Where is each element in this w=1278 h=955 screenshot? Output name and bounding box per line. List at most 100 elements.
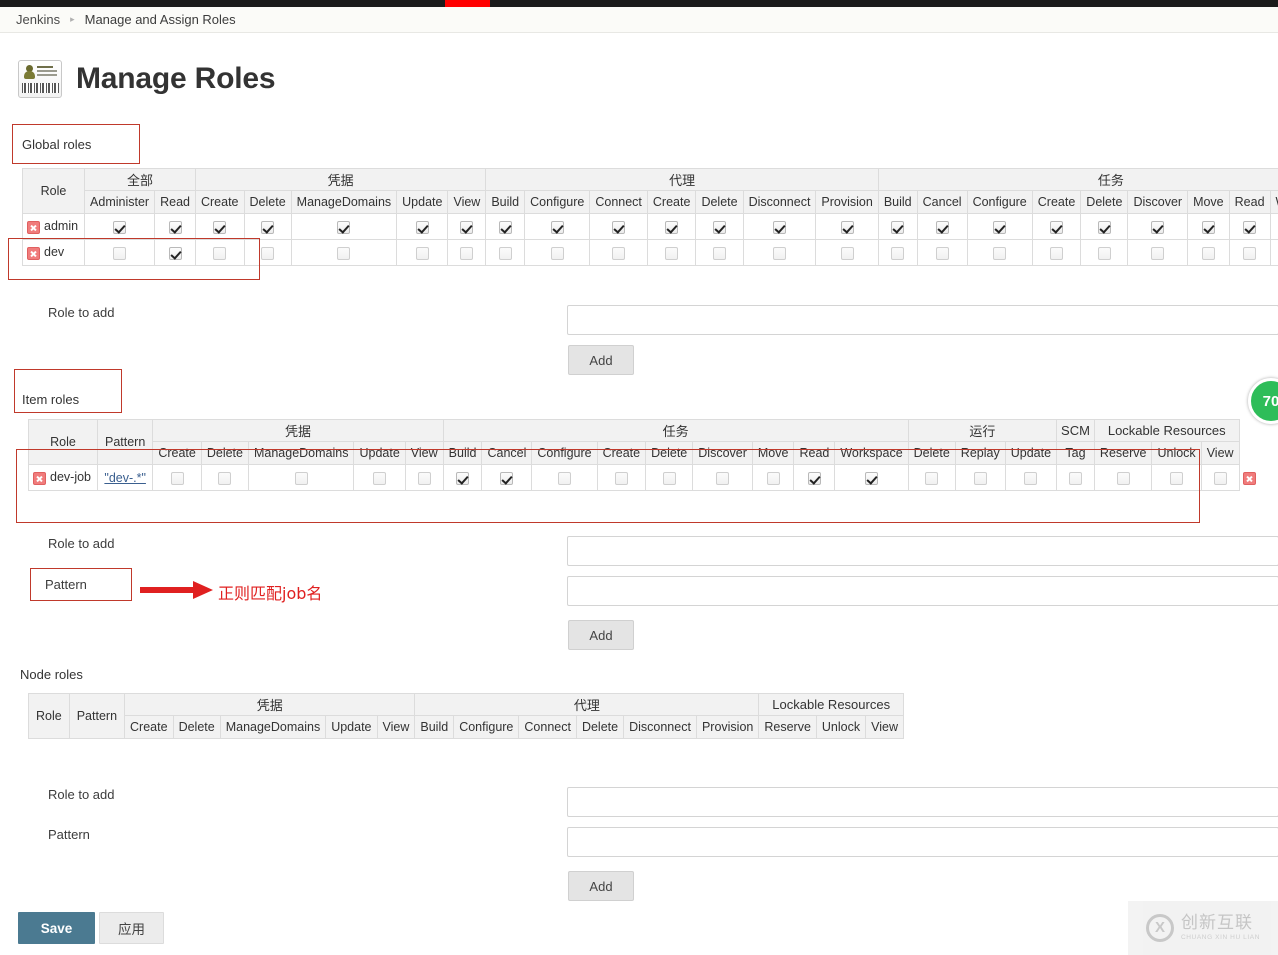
permission-checkbox[interactable]: [1097, 220, 1111, 234]
permission-checkbox[interactable]: [925, 471, 939, 485]
permission-cell: [1269, 213, 1278, 240]
role-pattern-link[interactable]: "dev-.*": [104, 471, 146, 485]
permission-checkbox[interactable]: [500, 471, 514, 485]
permission-checkbox[interactable]: [1050, 220, 1064, 234]
permission-checkbox[interactable]: [766, 471, 780, 485]
permission-cell: [152, 464, 202, 491]
permission-checkbox[interactable]: [1243, 220, 1257, 234]
permission-checkbox[interactable]: [891, 220, 905, 234]
permission-checkbox[interactable]: [665, 220, 679, 234]
permission-checkbox[interactable]: [891, 246, 905, 260]
permission-checkbox[interactable]: [337, 220, 351, 234]
permission-checkbox[interactable]: [168, 220, 182, 234]
node-add-button[interactable]: Add: [568, 871, 634, 901]
score-badge[interactable]: 70: [1248, 378, 1278, 424]
item-add-button[interactable]: Add: [568, 620, 634, 650]
permission-checkbox[interactable]: [993, 246, 1007, 260]
permission-checkbox[interactable]: [460, 246, 474, 260]
permission-checkbox[interactable]: [168, 246, 182, 260]
permission-checkbox[interactable]: [1201, 220, 1215, 234]
permission-checkbox[interactable]: [612, 246, 626, 260]
global-col-job-discover: Discover: [1127, 190, 1189, 214]
permission-checkbox[interactable]: [337, 246, 351, 260]
permission-checkbox[interactable]: [1024, 471, 1038, 485]
item-role-to-add-input[interactable]: [567, 536, 1278, 566]
permission-checkbox[interactable]: [716, 471, 730, 485]
item-pattern-input[interactable]: [567, 576, 1278, 606]
permission-checkbox[interactable]: [935, 220, 949, 234]
delete-role-icon[interactable]: [1242, 471, 1256, 485]
permission-cell: [645, 464, 694, 491]
permission-checkbox[interactable]: [113, 220, 127, 234]
permission-checkbox[interactable]: [1151, 220, 1165, 234]
permission-checkbox[interactable]: [662, 471, 676, 485]
save-button[interactable]: Save: [18, 912, 95, 944]
permission-checkbox[interactable]: [261, 246, 275, 260]
global-col-all-administer: Administer: [84, 190, 156, 214]
permission-checkbox[interactable]: [373, 471, 387, 485]
permission-checkbox[interactable]: [218, 471, 232, 485]
breadcrumb-current[interactable]: Manage and Assign Roles: [85, 12, 236, 27]
row-delete-cell: [1239, 465, 1259, 491]
permission-checkbox[interactable]: [1116, 471, 1130, 485]
permission-checkbox[interactable]: [456, 471, 470, 485]
permission-checkbox[interactable]: [1151, 246, 1165, 260]
item-col-job-delete: Delete: [645, 441, 694, 465]
permission-cell: [485, 213, 526, 240]
item-group-lockable: Lockable Resources: [1093, 419, 1240, 442]
delete-role-icon[interactable]: [27, 246, 40, 260]
permission-checkbox[interactable]: [294, 471, 308, 485]
permission-checkbox[interactable]: [1170, 471, 1184, 485]
permission-checkbox[interactable]: [1201, 246, 1215, 260]
permission-checkbox[interactable]: [417, 471, 431, 485]
permission-checkbox[interactable]: [840, 220, 854, 234]
permission-checkbox[interactable]: [460, 220, 474, 234]
permission-cell: [290, 239, 398, 266]
permission-checkbox[interactable]: [170, 471, 184, 485]
permission-checkbox[interactable]: [113, 246, 127, 260]
node-role-to-add-label: Role to add: [48, 787, 115, 802]
role-name-cell: dev: [21, 239, 86, 266]
permission-cell: [1127, 213, 1189, 240]
permission-checkbox[interactable]: [865, 471, 878, 485]
apply-button[interactable]: 应用: [99, 912, 164, 944]
page-header: Manage Roles: [18, 60, 276, 98]
permission-checkbox[interactable]: [415, 246, 429, 260]
permission-checkbox[interactable]: [550, 220, 564, 234]
permission-checkbox[interactable]: [415, 220, 429, 234]
permission-checkbox[interactable]: [1213, 471, 1227, 485]
permission-checkbox[interactable]: [935, 246, 949, 260]
permission-checkbox[interactable]: [1068, 471, 1082, 485]
permission-checkbox[interactable]: [973, 471, 987, 485]
permission-checkbox[interactable]: [550, 246, 564, 260]
permission-checkbox[interactable]: [807, 471, 821, 485]
permission-checkbox[interactable]: [1243, 246, 1257, 260]
permission-checkbox[interactable]: [773, 246, 786, 260]
permission-checkbox[interactable]: [713, 220, 726, 234]
permission-checkbox[interactable]: [498, 220, 512, 234]
permission-checkbox[interactable]: [213, 246, 227, 260]
global-col-job-delete: Delete: [1080, 190, 1129, 214]
breadcrumb-jenkins[interactable]: Jenkins: [16, 12, 60, 27]
item-col-scm-tag: Tag: [1056, 441, 1095, 465]
permission-checkbox[interactable]: [614, 471, 628, 485]
permission-checkbox[interactable]: [993, 220, 1007, 234]
permission-checkbox[interactable]: [1097, 246, 1111, 260]
permission-checkbox[interactable]: [261, 220, 275, 234]
delete-role-icon[interactable]: [33, 471, 46, 485]
permission-cell: [1004, 464, 1058, 491]
node-pattern-input[interactable]: [567, 827, 1278, 857]
permission-checkbox[interactable]: [213, 220, 227, 234]
permission-checkbox[interactable]: [840, 246, 854, 260]
permission-checkbox[interactable]: [557, 471, 571, 485]
permission-checkbox[interactable]: [498, 246, 512, 260]
permission-checkbox[interactable]: [1050, 246, 1064, 260]
node-role-to-add-input[interactable]: [567, 787, 1278, 817]
permission-checkbox[interactable]: [665, 246, 679, 260]
permission-checkbox[interactable]: [713, 246, 726, 260]
delete-role-icon[interactable]: [27, 220, 40, 234]
permission-checkbox[interactable]: [773, 220, 786, 234]
global-add-button[interactable]: Add: [568, 345, 634, 375]
permission-checkbox[interactable]: [612, 220, 626, 234]
global-role-to-add-input[interactable]: [567, 305, 1278, 335]
